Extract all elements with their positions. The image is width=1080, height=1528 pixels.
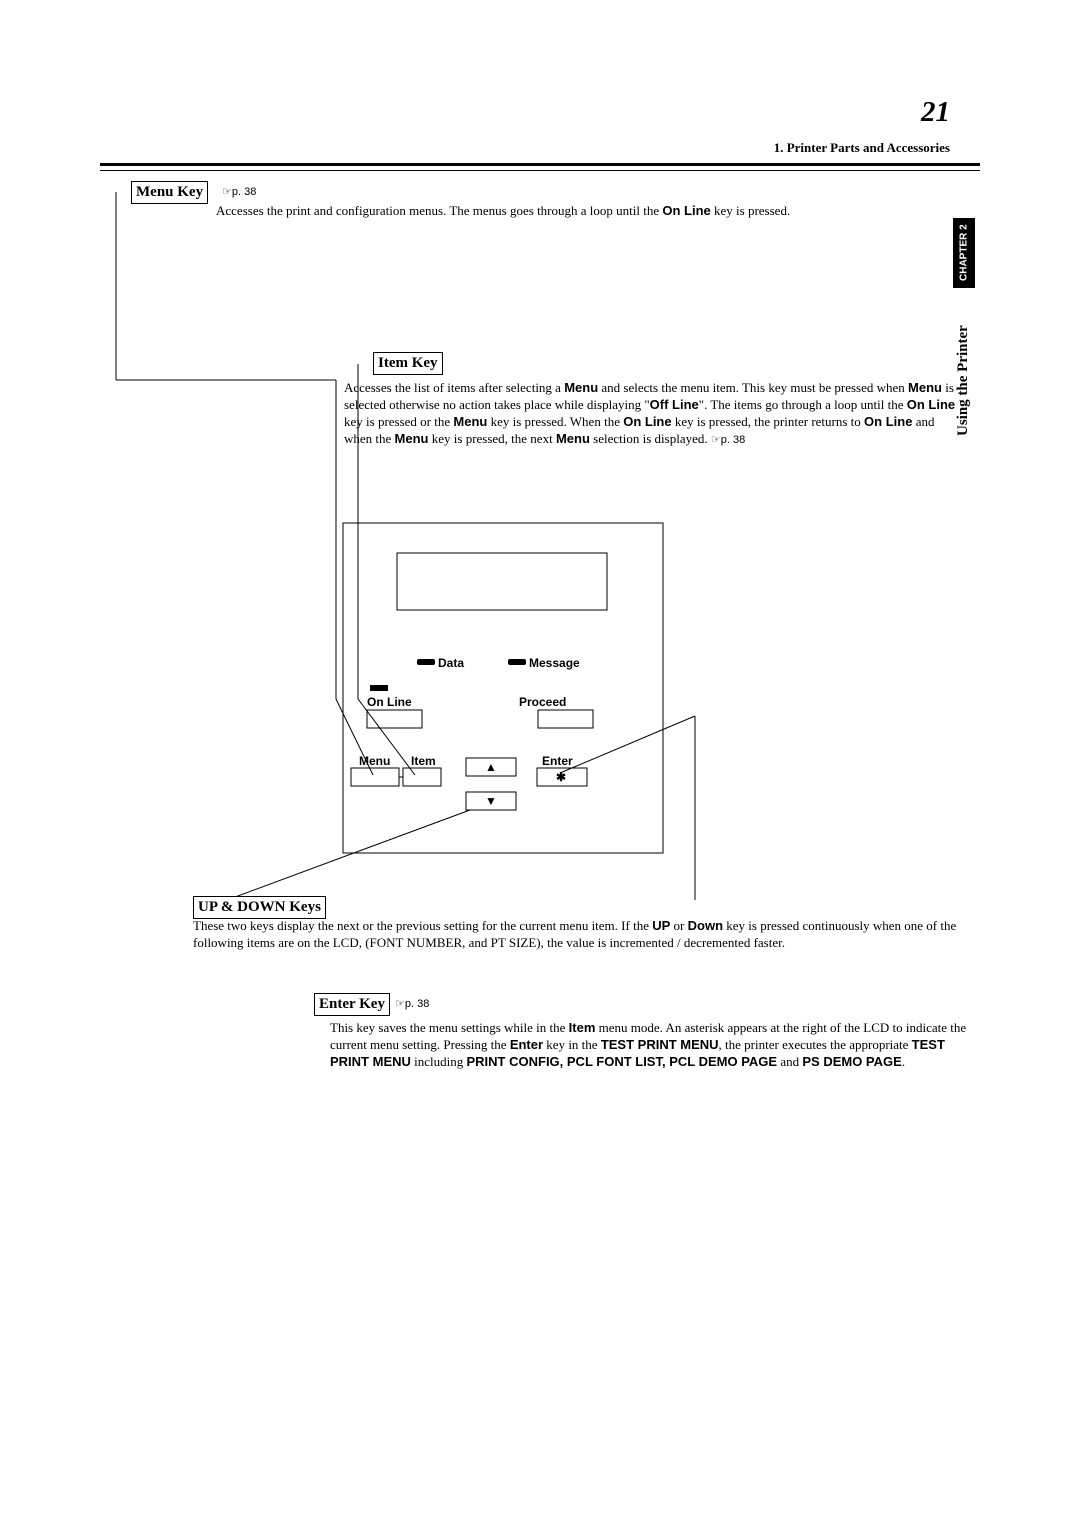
enter-key-text: This key saves the menu settings while i… [330,1020,970,1071]
header-section: 1. Printer Parts and Accessories [774,140,950,156]
page-number: 21 [921,96,950,129]
printer-panel-diagram [100,180,980,900]
rule-thick [100,163,980,166]
item-key-title-box: Item Key [373,352,443,375]
updown-keys-title-box: UP & DOWN Keys [193,896,326,919]
updown-keys-text: These two keys display the next or the p… [193,918,963,952]
menu-key-title-box: Menu Key [131,181,208,204]
rule-thin [100,170,980,171]
enter-key-title-box: Enter Key [314,993,390,1016]
enter-key-pageref: ☞p. 38 [395,997,429,1010]
